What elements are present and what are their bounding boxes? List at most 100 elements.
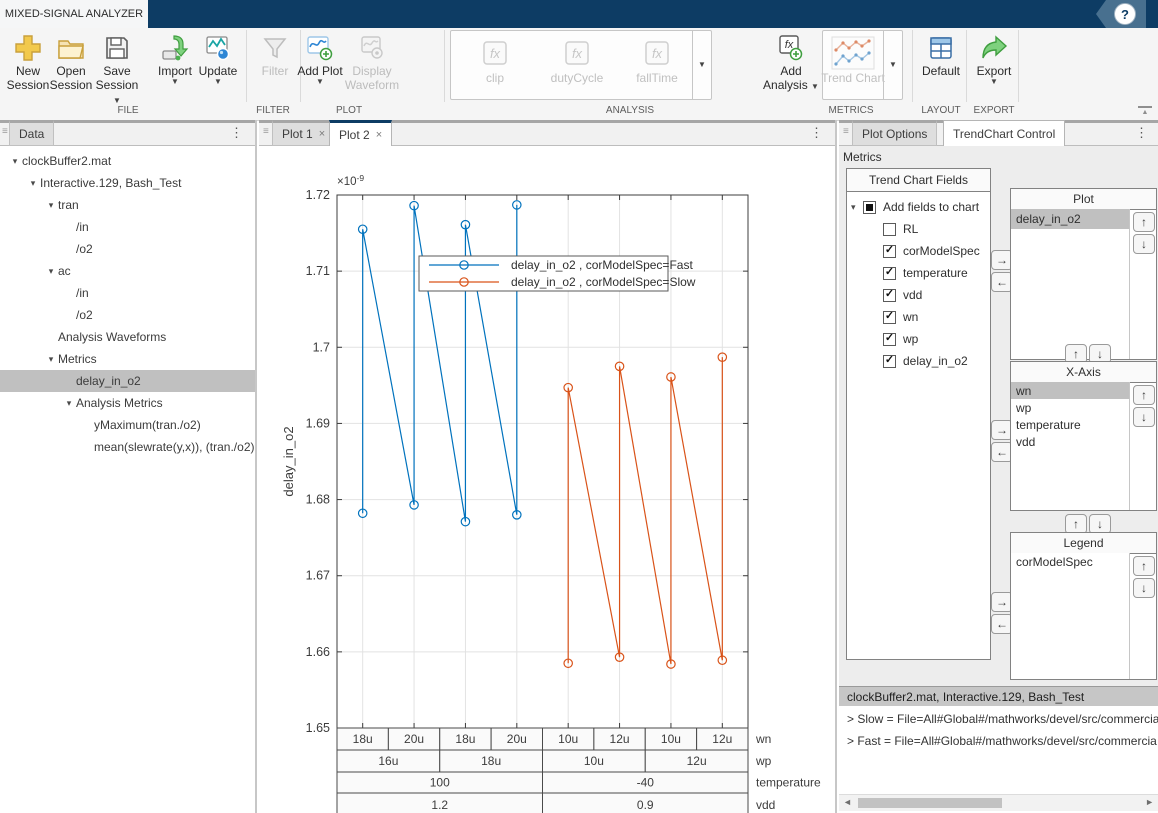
fields-checklist: ▾Add fields to chartRL✓corModelSpec✓temp… [847, 192, 990, 372]
list-item[interactable]: corModelSpec [1011, 553, 1129, 570]
field-checkbox-row[interactable]: ✓wp [847, 328, 990, 350]
tree-expanded-icon[interactable]: ▾ [62, 398, 76, 409]
data-tree: ▾clockBuffer2.mat▾Interactive.129, Bash_… [0, 146, 255, 458]
close-icon[interactable]: × [376, 129, 382, 141]
export-dropdown-caret[interactable]: ▼ [990, 78, 998, 86]
tab-data[interactable]: Data [9, 120, 54, 146]
tab-plot-options[interactable]: Plot Options [852, 120, 937, 146]
plot-down-button[interactable]: ↓ [1133, 234, 1155, 254]
tree-item[interactable]: ▾tran [0, 194, 255, 216]
list-item[interactable]: wp [1011, 399, 1129, 416]
field-checkbox-row[interactable]: ▾Add fields to chart [847, 196, 990, 218]
plot-panel-tabbar: ≡ Plot 1× Plot 2× ⋮ [259, 120, 835, 146]
add-analysis-button[interactable]: fx Add Analysis ▼ [762, 32, 820, 92]
tree-item[interactable]: /o2 [0, 304, 255, 326]
tree-item[interactable]: ▾ac [0, 260, 255, 282]
metrics-gallery: Trend Chart ▼ [822, 30, 903, 100]
field-checkbox-row[interactable]: ✓vdd [847, 284, 990, 306]
clip-label: clip [486, 71, 504, 85]
import-dropdown-caret[interactable]: ▼ [171, 78, 179, 86]
panel-grip-icon[interactable]: ≡ [263, 126, 269, 137]
tab-trendchart-control[interactable]: TrendChart Control [943, 120, 1065, 146]
xaxis-reorder-down-button[interactable]: ↓ [1089, 514, 1111, 534]
close-icon[interactable]: × [319, 128, 325, 140]
import-label: Import [158, 64, 192, 78]
legend-down-button[interactable]: ↓ [1133, 578, 1155, 598]
trend-chart-icon [831, 35, 875, 71]
panel-grip-icon[interactable]: ≡ [2, 126, 8, 137]
default-layout-button[interactable]: Default [915, 32, 967, 78]
metrics-gallery-expand[interactable]: ▼ [883, 31, 902, 99]
field-checkbox-row[interactable]: RL [847, 218, 990, 240]
list-item[interactable]: delay_in_o2 [1011, 209, 1129, 229]
checkbox-icon[interactable]: ✓ [883, 289, 896, 302]
kebab-menu-icon[interactable]: ⋮ [230, 125, 243, 141]
kebab-menu-icon[interactable]: ⋮ [810, 125, 823, 141]
xaxis-down-button[interactable]: ↓ [1133, 407, 1155, 427]
tree-item[interactable]: /in [0, 282, 255, 304]
field-checkbox-row[interactable]: ✓delay_in_o2 [847, 350, 990, 372]
scrollbar-thumb[interactable] [858, 798, 1002, 808]
tree-item[interactable]: ▾Metrics [0, 348, 255, 370]
field-checkbox-row[interactable]: ✓temperature [847, 262, 990, 284]
tree-item[interactable]: Analysis Waveforms [0, 326, 255, 348]
tree-expanded-icon[interactable]: ▾ [26, 178, 40, 189]
list-item[interactable]: vdd [1011, 433, 1129, 450]
tree-item[interactable]: /in [0, 216, 255, 238]
legend-up-button[interactable]: ↑ [1133, 556, 1155, 576]
field-checkbox-row[interactable]: ✓corModelSpec [847, 240, 990, 262]
tree-item[interactable]: ▾Interactive.129, Bash_Test [0, 172, 255, 194]
panel-grip-icon[interactable]: ≡ [843, 126, 849, 137]
kebab-menu-icon[interactable]: ⋮ [1135, 125, 1148, 141]
open-session-button[interactable]: Open Session [45, 32, 97, 92]
tree-item[interactable]: mean(slewrate(y,x)), (tran./o2) [0, 436, 255, 458]
field-checkbox-row[interactable]: ✓wn [847, 306, 990, 328]
svg-text:18u: 18u [481, 754, 501, 768]
ribbon-toolbar: New Session Open Session Save Session ▼ … [0, 28, 1158, 121]
tree-expanded-icon[interactable]: ▾ [44, 266, 58, 277]
xaxis-up-button[interactable]: ↑ [1133, 385, 1155, 405]
update-dropdown-caret[interactable]: ▼ [214, 78, 222, 86]
update-button[interactable]: Update ▼ [192, 32, 244, 86]
add-plot-dropdown-caret[interactable]: ▼ [316, 78, 324, 86]
list-item[interactable]: wn [1011, 382, 1129, 399]
app-tab[interactable]: MIXED-SIGNAL ANALYZER [0, 0, 148, 28]
tree-expanded-icon[interactable]: ▾ [851, 202, 863, 213]
analysis-gallery-expand[interactable]: ▼ [692, 31, 711, 99]
checkbox-icon[interactable]: ✓ [883, 355, 896, 368]
scroll-right-icon[interactable]: ► [1145, 797, 1154, 807]
tree-item[interactable]: delay_in_o2 [0, 370, 255, 392]
scroll-left-icon[interactable]: ◄ [843, 797, 852, 807]
xaxis-reorder-up-button[interactable]: ↑ [1065, 514, 1087, 534]
tree-expanded-icon[interactable]: ▾ [44, 354, 58, 365]
collapse-ribbon-button[interactable]: ▲ [1138, 106, 1152, 117]
tree-item[interactable]: ▾clockBuffer2.mat [0, 150, 255, 172]
info-line-fast[interactable]: > Fast = File=All#Global#/mathworks/deve… [847, 734, 1158, 752]
checkbox-icon[interactable]: ✓ [883, 267, 896, 280]
xaxis-box-title: X-Axis [1011, 362, 1156, 383]
checkbox-icon[interactable] [883, 223, 896, 236]
checkbox-icon[interactable]: ✓ [883, 245, 896, 258]
tree-item-label: clockBuffer2.mat [22, 154, 111, 168]
save-dropdown-caret[interactable]: ▼ [113, 96, 121, 105]
plot-up-button[interactable]: ↑ [1133, 212, 1155, 232]
tab-plot-2[interactable]: Plot 2× [329, 120, 392, 146]
checkbox-icon[interactable]: ✓ [883, 333, 896, 346]
help-button[interactable]: ? [1096, 0, 1146, 28]
tree-expanded-icon[interactable]: ▾ [8, 156, 22, 167]
tab-plot-1[interactable]: Plot 1× [272, 120, 335, 146]
plot-box-title: Plot [1011, 189, 1156, 210]
trend-chart[interactable]: 1.721.711.71.691.681.671.661.65×10-9dela… [259, 146, 835, 813]
add-analysis-dropdown-caret[interactable]: ▼ [811, 82, 819, 91]
list-item[interactable]: temperature [1011, 416, 1129, 433]
checkbox-icon[interactable] [863, 201, 876, 214]
export-button[interactable]: Export ▼ [968, 32, 1020, 86]
tree-item[interactable]: yMaximum(tran./o2) [0, 414, 255, 436]
tree-item[interactable]: /o2 [0, 238, 255, 260]
horizontal-scrollbar[interactable]: ◄ ► [839, 794, 1158, 811]
tree-expanded-icon[interactable]: ▾ [44, 200, 58, 211]
save-session-button[interactable]: Save Session ▼ [91, 32, 143, 106]
info-line-slow[interactable]: > Slow = File=All#Global#/mathworks/deve… [847, 712, 1158, 730]
checkbox-icon[interactable]: ✓ [883, 311, 896, 324]
tree-item[interactable]: ▾Analysis Metrics [0, 392, 255, 414]
